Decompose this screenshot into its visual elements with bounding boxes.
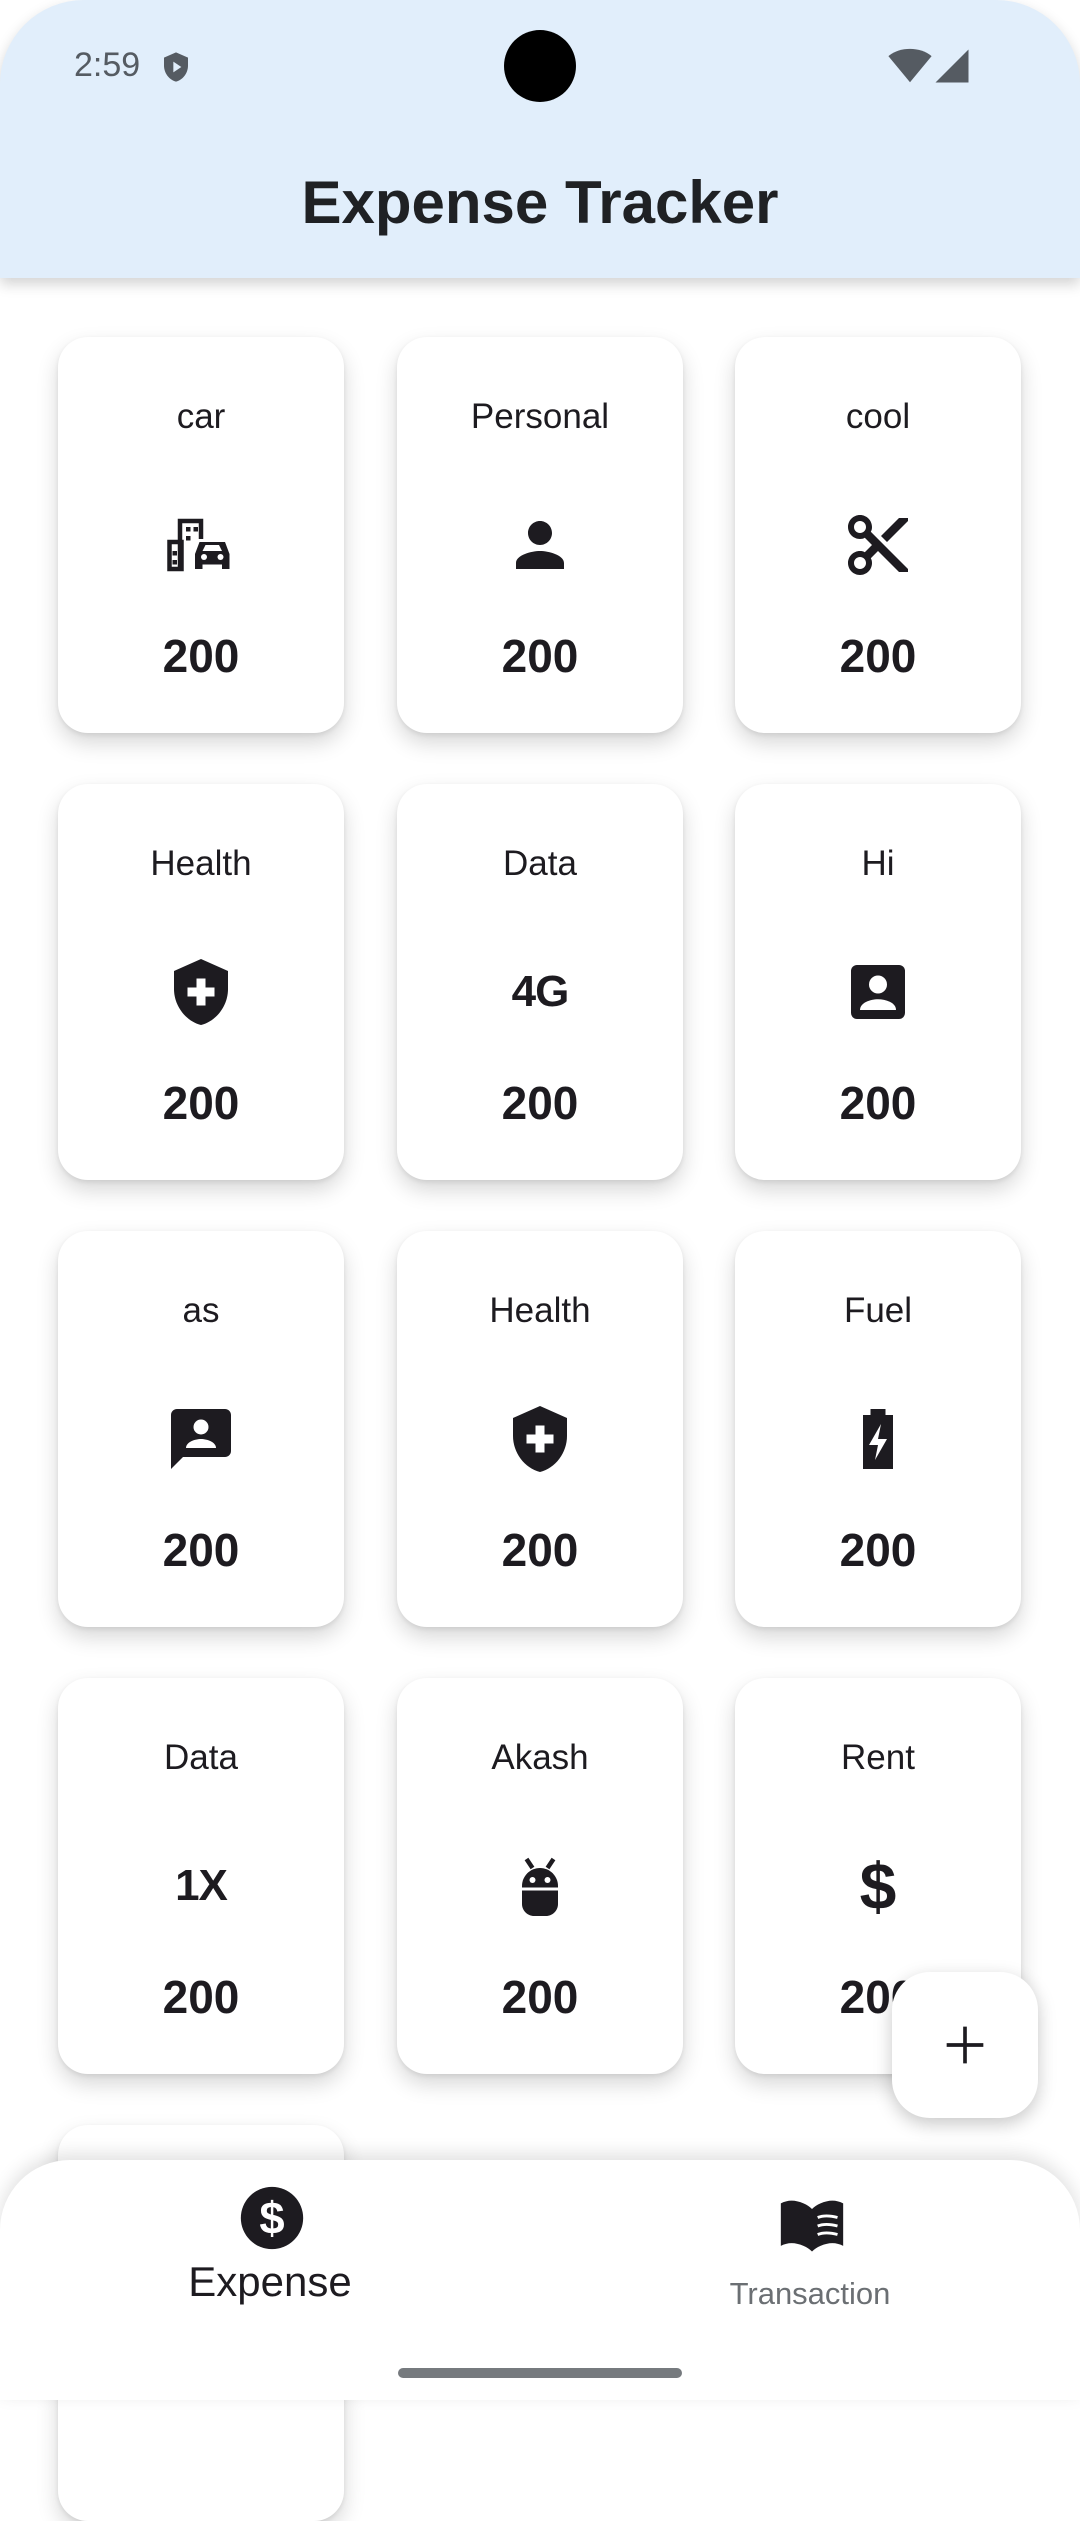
category-label: Data [164, 1738, 238, 1777]
category-label: Rent [841, 1738, 915, 1777]
category-card[interactable]: Data 4G 200 [397, 784, 683, 1180]
health-shield-icon [161, 952, 241, 1032]
category-card[interactable]: Fuel 200 [735, 1231, 1021, 1627]
shield-status-icon [164, 52, 188, 82]
category-amount: 200 [839, 630, 917, 682]
health-shield-icon [500, 1399, 580, 1479]
category-amount: 200 [501, 1077, 579, 1129]
contact-message-icon [161, 1399, 241, 1479]
app-bar: 2:59 Expense Tracker [0, 0, 1080, 278]
category-label: Health [150, 844, 252, 883]
category-amount: 200 [162, 630, 240, 682]
category-amount: 200 [162, 1971, 240, 2023]
dollar-icon: $ [838, 1846, 918, 1926]
category-card[interactable]: Health 200 [397, 1231, 683, 1627]
category-amount: 200 [839, 1524, 917, 1576]
person-icon [500, 505, 580, 585]
1x-icon: 1X [161, 1846, 241, 1926]
svg-text:$: $ [259, 2193, 284, 2244]
camera-cutout [504, 30, 576, 102]
wifi-icon [888, 48, 932, 83]
1x-icon-text: 1X [175, 1861, 228, 1910]
home-indicator [398, 2368, 682, 2378]
nav-label-transaction: Transaction [729, 2276, 891, 2311]
category-card[interactable]: Akash 200 [397, 1678, 683, 2074]
category-card[interactable]: Hi 200 [735, 784, 1021, 1180]
category-card[interactable]: Personal 200 [397, 337, 683, 733]
cell-signal-icon [935, 49, 969, 83]
bottom-navigation: $ Expense Transaction [0, 2160, 1080, 2400]
plus-icon [946, 2026, 984, 2064]
dollar-icon-text: $ [859, 1849, 897, 1923]
car-building-icon [161, 505, 241, 585]
page-title: Expense Tracker [301, 169, 779, 236]
category-card[interactable]: as 200 [58, 1231, 344, 1627]
add-category-button[interactable] [892, 1972, 1038, 2118]
4g-icon: 4G [500, 952, 580, 1032]
battery-charging-icon [838, 1399, 918, 1479]
category-label: Health [489, 1291, 591, 1330]
book-icon [780, 2200, 844, 2252]
nav-item-transaction[interactable]: Transaction [660, 2160, 960, 2360]
android-icon [500, 1846, 580, 1926]
category-label: as [182, 1291, 220, 1330]
category-amount: 200 [501, 630, 579, 682]
category-label: Akash [491, 1738, 589, 1777]
nav-label-expense: Expense [188, 2258, 352, 2305]
status-time: 2:59 [74, 46, 141, 84]
category-card[interactable]: Health 200 [58, 784, 344, 1180]
category-label: Personal [470, 397, 610, 436]
contact-card-icon [838, 952, 918, 1032]
category-amount: 200 [501, 1524, 579, 1576]
scissors-icon [838, 505, 918, 585]
category-label: car [176, 397, 226, 436]
4g-icon-text: 4G [511, 967, 570, 1016]
category-label: Hi [861, 844, 895, 883]
category-amount: 200 [501, 1971, 579, 2023]
category-amount: 200 [162, 1077, 240, 1129]
category-card[interactable]: Data 1X 200 [58, 1678, 344, 2074]
category-amount: 200 [839, 1077, 917, 1129]
category-card[interactable]: cool 200 [735, 337, 1021, 733]
category-label: cool [845, 397, 911, 436]
category-amount: 200 [162, 1524, 240, 1576]
dollar-circle-icon: $ [240, 2186, 304, 2250]
category-card[interactable]: car 200 [58, 337, 344, 733]
category-label: Data [503, 844, 577, 883]
nav-item-expense[interactable]: $ Expense [120, 2160, 420, 2360]
category-label: Fuel [843, 1291, 913, 1330]
